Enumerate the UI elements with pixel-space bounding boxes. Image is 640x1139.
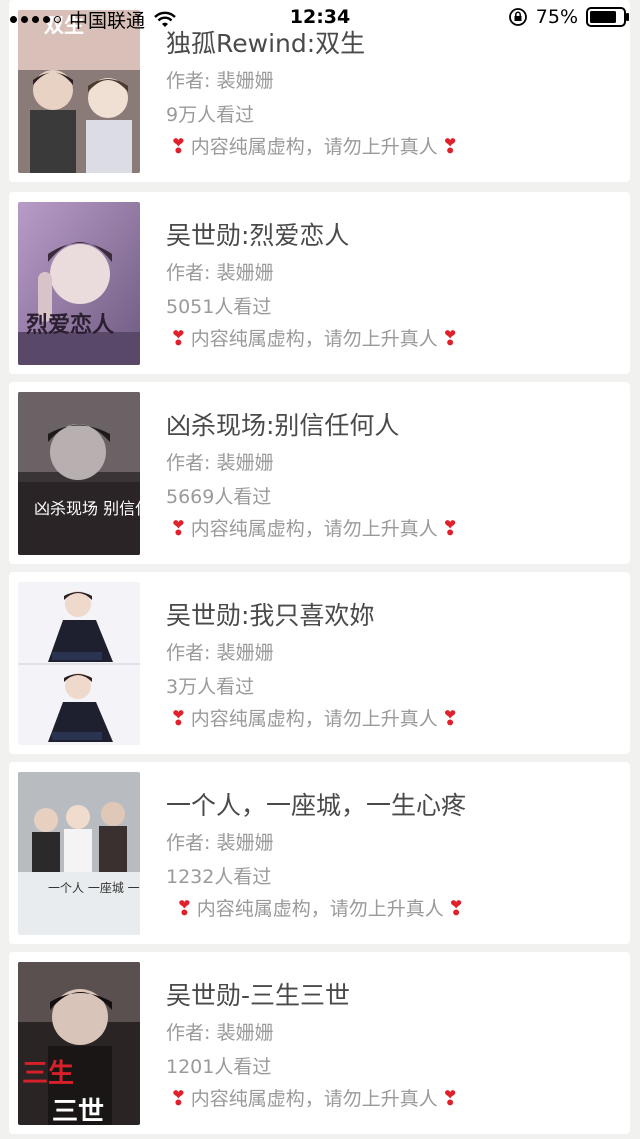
book-author: 作者: 裴姗姗	[166, 1022, 274, 1044]
book-cover[interactable]: 烈爱恋人	[18, 202, 140, 365]
portrait-red-icon: 三生 三世	[18, 962, 140, 1125]
heart-exclamation-icon: ❣	[441, 705, 459, 730]
book-author: 作者: 裴姗姗	[166, 70, 274, 92]
book-card[interactable]: 烈爱恋人 吴世勋:烈爱恋人 作者: 裴姗姗 5051人看过 ❣ 内容纯属虚构，请…	[9, 192, 630, 374]
heart-exclamation-icon: ❣	[441, 515, 459, 540]
book-author: 作者: 裴姗姗	[166, 642, 274, 664]
status-bar: 中国联通 12:34 75%	[0, 0, 640, 36]
disclaimer-text: 内容纯属虚构，请勿上升真人	[196, 898, 444, 920]
book-author: 作者: 裴姗姗	[166, 832, 274, 854]
app-screen: 中国联通 12:34 75% 双生 独孤Rewind:双生 作者: 裴姗姗 9万…	[0, 0, 640, 1139]
svg-text:三生: 三生	[22, 1059, 74, 1089]
book-views: 1232人看过	[166, 866, 272, 888]
book-views: 9万人看过	[166, 104, 255, 126]
book-views: 5669人看过	[166, 486, 272, 508]
disclaimer: ❣ 内容纯属虚构，请勿上升真人 ❣	[176, 894, 465, 921]
book-views: 3万人看过	[166, 676, 255, 698]
disclaimer-text: 内容纯属虚构，请勿上升真人	[190, 1088, 438, 1110]
disclaimer: ❣ 内容纯属虚构，请勿上升真人 ❣	[170, 514, 459, 541]
heart-exclamation-icon: ❣	[170, 705, 187, 730]
book-title[interactable]: 凶杀现场:别信任何人	[166, 406, 399, 442]
book-cover[interactable]: 凶杀现场 别信任何人	[18, 392, 140, 555]
book-cover[interactable]: 一个人 一座城 一生心疼	[18, 772, 140, 935]
disclaimer: ❣ 内容纯属虚构，请勿上升真人 ❣	[170, 132, 459, 159]
book-views: 1201人看过	[166, 1056, 272, 1078]
book-cover[interactable]: 三生 三世	[18, 962, 140, 1125]
status-right: 75%	[508, 6, 630, 28]
portrait-dark-icon: 凶杀现场 别信任何人	[18, 392, 140, 555]
heart-exclamation-icon: ❣	[447, 895, 465, 920]
book-title[interactable]: 吴世勋-三生三世	[166, 976, 350, 1012]
rotation-lock-icon	[508, 8, 527, 26]
heart-exclamation-icon: ❣	[441, 1085, 459, 1110]
cover-title-text: 烈爱恋人	[26, 312, 114, 338]
heart-exclamation-icon: ❣	[170, 325, 187, 350]
portrait-light-double-icon	[18, 582, 140, 745]
battery-icon	[586, 7, 629, 27]
disclaimer-text: 内容纯属虚构，请勿上升真人	[190, 708, 438, 730]
disclaimer: ❣ 内容纯属虚构，请勿上升真人 ❣	[170, 1084, 459, 1111]
heart-exclamation-icon: ❣	[170, 515, 187, 540]
group-photo-icon: 一个人 一座城 一生心疼	[18, 772, 140, 935]
disclaimer: ❣ 内容纯属虚构，请勿上升真人 ❣	[170, 324, 459, 351]
cover-title-text: 凶杀现场 别信任何人	[34, 499, 140, 518]
book-card[interactable]: 三生 三世 吴世勋-三生三世 作者: 裴姗姗 1201人看过 ❣ 内容纯属虚构，…	[9, 952, 630, 1134]
heart-exclamation-icon: ❣	[441, 325, 459, 350]
book-card[interactable]: 一个人 一座城 一生心疼 一个人，一座城，一生心疼 作者: 裴姗姗 1232人看…	[9, 762, 630, 944]
disclaimer-text: 内容纯属虚构，请勿上升真人	[190, 328, 438, 350]
book-views: 5051人看过	[166, 296, 272, 318]
heart-exclamation-icon: ❣	[170, 1085, 187, 1110]
book-cover[interactable]	[18, 582, 140, 745]
disclaimer-text: 内容纯属虚构，请勿上升真人	[190, 136, 438, 158]
heart-exclamation-icon: ❣	[441, 133, 459, 158]
disclaimer-text: 内容纯属虚构，请勿上升真人	[190, 518, 438, 540]
heart-exclamation-icon: ❣	[176, 895, 193, 920]
cover-title-text: 一个人 一座城 一生心疼	[48, 880, 140, 895]
book-author: 作者: 裴姗姗	[166, 452, 274, 474]
battery-percent: 75%	[535, 6, 578, 28]
portrait-purple-icon: 烈爱恋人	[18, 202, 140, 365]
book-title[interactable]: 吴世勋:烈爱恋人	[166, 216, 349, 252]
book-title[interactable]: 一个人，一座城，一生心疼	[166, 786, 466, 822]
book-card[interactable]: 凶杀现场 别信任何人 凶杀现场:别信任何人 作者: 裴姗姗 5669人看过 ❣ …	[9, 382, 630, 564]
svg-text:三世: 三世	[52, 1097, 104, 1125]
book-card[interactable]: 吴世勋:我只喜欢妳 作者: 裴姗姗 3万人看过 ❣ 内容纯属虚构，请勿上升真人 …	[9, 572, 630, 754]
book-author: 作者: 裴姗姗	[166, 262, 274, 284]
disclaimer: ❣ 内容纯属虚构，请勿上升真人 ❣	[170, 704, 459, 731]
heart-exclamation-icon: ❣	[170, 133, 187, 158]
book-title[interactable]: 吴世勋:我只喜欢妳	[166, 596, 374, 632]
